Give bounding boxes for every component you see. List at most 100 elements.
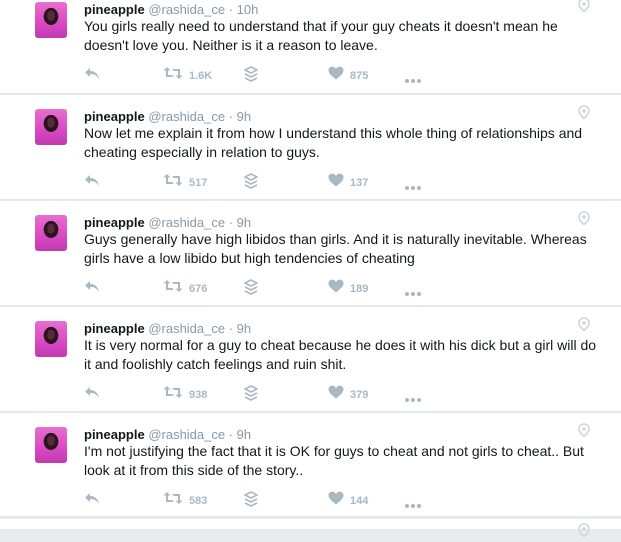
like-button[interactable]: 875 [328, 66, 368, 85]
stack-icon [244, 491, 258, 512]
reply-icon [84, 173, 100, 192]
tweet-text: It is very normal for a guy to cheat bec… [84, 337, 597, 372]
handle[interactable]: @rashida_ce [148, 427, 225, 442]
heart-icon [328, 66, 344, 85]
tweet-actions: 676 189 [84, 279, 604, 298]
reply-icon [84, 491, 100, 510]
retweet-button[interactable]: 517 [163, 173, 207, 192]
tweet-header: pineapple @rashida_ce · 10h [84, 2, 259, 17]
retweet-icon [163, 385, 183, 404]
display-name[interactable]: pineapple [84, 427, 145, 442]
heart-icon [328, 385, 344, 404]
like-count: 144 [350, 494, 369, 507]
retweet-button[interactable]: 676 [163, 279, 207, 298]
more-icon [404, 390, 422, 408]
timestamp[interactable]: 9h [237, 321, 251, 336]
retweet-button[interactable]: 1.6K [163, 66, 212, 85]
handle[interactable]: @rashida_ce [148, 109, 225, 124]
avatar[interactable] [35, 109, 67, 145]
avatar[interactable] [35, 321, 67, 357]
retweet-count: 583 [189, 494, 208, 507]
like-count: 189 [350, 282, 369, 295]
stack-button[interactable] [244, 66, 258, 87]
more-button[interactable] [404, 390, 422, 408]
tweet-actions: 1.6K 875 [84, 66, 604, 85]
stack-button[interactable] [244, 385, 258, 406]
tweet-header: pineapple @rashida_ce · 9h [84, 109, 252, 124]
like-button[interactable]: 379 [328, 385, 368, 404]
tweet-text: You girls really need to understand that… [84, 18, 558, 53]
tweet-actions: 517 137 [84, 173, 604, 192]
location-pin-icon[interactable] [578, 211, 590, 226]
retweet-count: 1.6K [189, 69, 213, 82]
retweet-button[interactable]: 583 [163, 491, 207, 510]
reply-button[interactable] [84, 279, 100, 298]
display-name[interactable]: pineapple [84, 321, 145, 336]
next-tweet-edge [0, 519, 621, 538]
avatar[interactable] [35, 2, 67, 38]
stack-icon [244, 173, 258, 194]
handle[interactable]: @rashida_ce [148, 215, 225, 230]
like-count: 137 [350, 176, 369, 189]
tweet-feed: pineapple @rashida_ce · 10h You girls re… [0, 0, 621, 538]
tweet-text: I'm not justifying the fact that it is O… [84, 443, 584, 478]
like-button[interactable]: 137 [328, 173, 368, 192]
tweet-text: Now let me explain it from how I underst… [84, 125, 583, 160]
tweet-card[interactable]: pineapple @rashida_ce · 9h Now let me ex… [0, 95, 621, 200]
more-button[interactable] [404, 496, 422, 514]
reply-button[interactable] [84, 491, 100, 510]
retweet-icon [163, 173, 183, 192]
reply-button[interactable] [84, 66, 100, 85]
tweet-card[interactable]: pineapple @rashida_ce · 9h Guys generall… [0, 201, 621, 306]
like-button[interactable]: 144 [328, 491, 368, 510]
stack-button[interactable] [244, 279, 258, 300]
tweet-card[interactable]: pineapple @rashida_ce · 9h It is very no… [0, 307, 621, 412]
handle[interactable]: @rashida_ce [148, 321, 225, 336]
timestamp[interactable]: 9h [237, 215, 251, 230]
avatar[interactable] [35, 215, 67, 251]
location-pin-icon[interactable] [578, 423, 590, 438]
reply-button[interactable] [84, 385, 100, 404]
tweet-card[interactable]: pineapple @rashida_ce · 9h I'm not justi… [0, 413, 621, 517]
timestamp[interactable]: 9h [237, 427, 251, 442]
like-count: 875 [350, 69, 369, 82]
heart-icon [328, 173, 344, 192]
stack-button[interactable] [244, 491, 258, 512]
more-icon [404, 284, 422, 302]
more-icon [404, 178, 422, 196]
timestamp[interactable]: 10h [237, 2, 259, 17]
more-button[interactable] [404, 71, 422, 89]
more-icon [404, 71, 422, 89]
retweet-icon [163, 279, 183, 298]
location-pin-icon[interactable] [578, 105, 590, 120]
retweet-button[interactable]: 938 [163, 385, 207, 404]
tweet-actions: 938 379 [84, 385, 604, 404]
stack-icon [244, 66, 258, 87]
display-name[interactable]: pineapple [84, 109, 145, 124]
tweet-header: pineapple @rashida_ce · 9h [84, 427, 252, 442]
display-name[interactable]: pineapple [84, 215, 145, 230]
reply-button[interactable] [84, 173, 100, 192]
timestamp[interactable]: 9h [237, 109, 251, 124]
more-button[interactable] [404, 284, 422, 302]
retweet-icon [163, 491, 183, 510]
handle[interactable]: @rashida_ce [148, 2, 225, 17]
tweet-card[interactable]: pineapple @rashida_ce · 10h You girls re… [0, 0, 621, 94]
stack-button[interactable] [244, 173, 258, 194]
like-count: 379 [350, 388, 369, 401]
location-pin-icon[interactable] [578, 317, 590, 332]
retweet-count: 938 [189, 388, 208, 401]
location-pin-icon[interactable] [578, 523, 590, 538]
reply-icon [84, 66, 100, 85]
heart-icon [328, 279, 344, 298]
reply-icon [84, 279, 100, 298]
more-button[interactable] [404, 178, 422, 196]
retweet-count: 517 [189, 176, 208, 189]
tweet-header: pineapple @rashida_ce · 9h [84, 321, 252, 336]
like-button[interactable]: 189 [328, 279, 368, 298]
stack-icon [244, 385, 258, 406]
avatar[interactable] [35, 427, 67, 463]
tweet-text: Guys generally have high libidos than gi… [84, 231, 587, 266]
location-pin-icon[interactable] [578, 0, 590, 13]
display-name[interactable]: pineapple [84, 2, 145, 17]
